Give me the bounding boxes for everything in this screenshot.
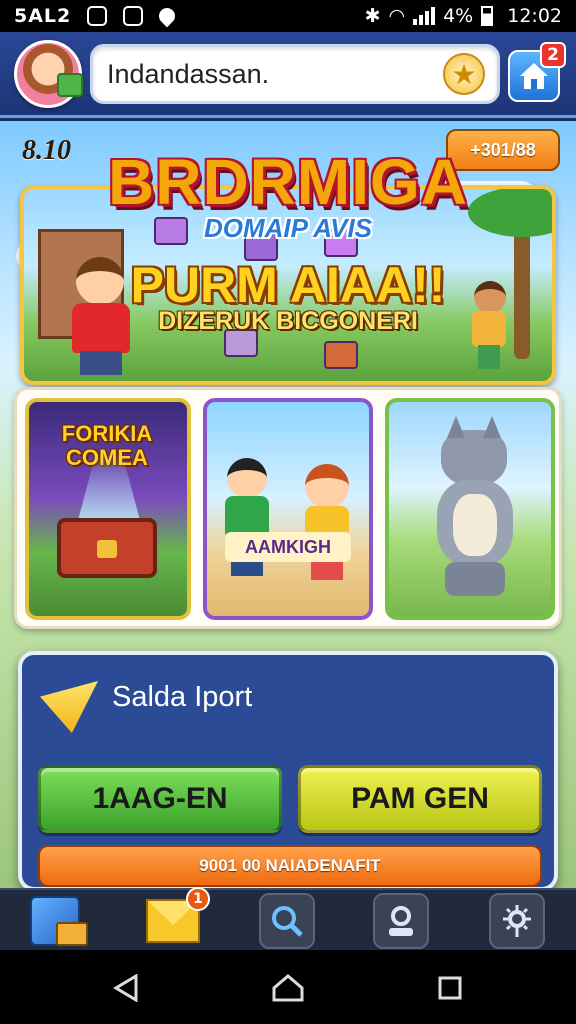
feature-cards: FORIKIA COMEA AAMKIGH [14, 387, 562, 629]
nav-item-profile[interactable] [370, 892, 432, 950]
panel-title: Salda Iport [112, 681, 253, 713]
feature-card-treasure[interactable]: FORIKIA COMEA [25, 398, 191, 620]
star-icon[interactable]: ★ [443, 53, 485, 95]
search-input[interactable]: Indandassan. [107, 59, 443, 90]
mail-badge: 1 [186, 887, 210, 911]
treasure-chest-icon [57, 518, 157, 578]
search-icon [272, 906, 303, 937]
location-icon [155, 4, 179, 28]
wolf-character [429, 430, 521, 600]
bluetooth-icon: ✱ [364, 5, 381, 27]
card-label: AAMKIGH [225, 532, 351, 562]
feature-card-friends[interactable]: AAMKIGH [203, 398, 373, 620]
gift-box-icon [324, 341, 358, 369]
profile-icon [389, 906, 413, 936]
nav-item-search[interactable] [256, 892, 318, 950]
search-bar[interactable]: Indandassan. ★ [90, 44, 500, 104]
lime-action-button[interactable]: PAM GEN [298, 765, 542, 833]
game-subtitle: DOMAIP AVIS [203, 213, 373, 243]
status-bar: 5AL2 ✱ ◠ 4% 12:02 [0, 0, 576, 32]
green-action-button[interactable]: 1AAG-EN [38, 765, 282, 833]
wifi-icon: ◠ [388, 5, 406, 27]
avatar[interactable] [14, 40, 83, 108]
clock: 12:02 [507, 5, 562, 27]
camera-icon [123, 6, 144, 26]
home-button[interactable]: 2 [508, 42, 566, 102]
cube-icon [30, 896, 88, 946]
main-scene: 8.10 +301/88 BRDRMIGA DOMAIP AVIS PURM A… [0, 121, 576, 891]
carrier-label: 5AL2 [14, 5, 72, 27]
feature-card-wolf[interactable] [385, 398, 555, 620]
banner-subheadline: DIZERUK BICGONERI [158, 307, 418, 335]
arrow-icon [40, 681, 98, 733]
nav-item-inventory[interactable] [24, 892, 88, 950]
battery-icon [481, 6, 494, 26]
banner-headline: PURM AIAA!! [130, 257, 446, 313]
mail-icon: 1 [146, 887, 210, 943]
top-app-bar: Indandassan. ★ 2 [0, 32, 576, 118]
orange-action-button[interactable]: 9001 00 NAIADENAFIT [38, 845, 542, 887]
game-title: BRDRMIGA [108, 146, 468, 218]
back-icon[interactable] [112, 974, 140, 1002]
action-panel: Salda Iport 1AAG-EN PAM GEN 9001 00 NAIA… [18, 651, 558, 891]
nav-item-settings[interactable] [486, 892, 548, 950]
kid-character [299, 464, 355, 582]
home-nav-icon[interactable] [272, 974, 304, 1002]
signal-icon [413, 7, 436, 25]
system-nav-bar [0, 950, 576, 1024]
nav-item-mail[interactable]: 1 [142, 887, 210, 950]
battery-percent: 4% [443, 5, 474, 27]
bottom-nav: 1 [0, 887, 576, 950]
home-badge: 2 [540, 42, 566, 68]
gear-icon [503, 905, 531, 937]
notification-icon [87, 6, 108, 26]
recents-icon[interactable] [436, 974, 464, 1002]
